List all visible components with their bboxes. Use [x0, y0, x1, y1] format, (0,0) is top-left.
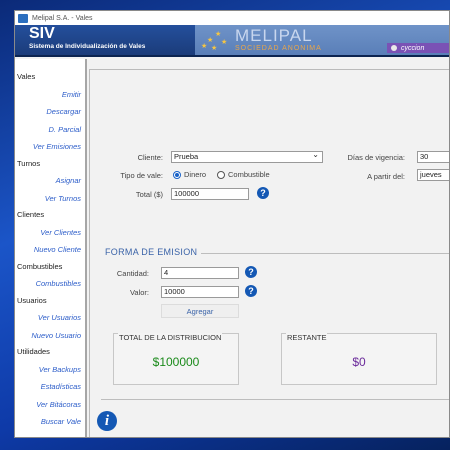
sidebar-item-ver-turnos[interactable]: Ver Turnos — [15, 190, 85, 208]
restante-title: RESTANTE — [286, 333, 328, 342]
sidebar-item-ver-usuarios[interactable]: Ver Usuarios — [15, 309, 85, 327]
title-bar: Melipal S.A. - Vales — [15, 11, 449, 25]
user-tab[interactable]: cyccion — [387, 43, 449, 53]
sidebar-item-estadisticas[interactable]: Estadísticas — [15, 378, 85, 396]
sidebar-item-ver-bitacoras[interactable]: Ver Bitácoras — [15, 396, 85, 414]
sidebar-section-utilidades: Utilidades — [17, 347, 50, 356]
forma-emision-title: FORMA DE EMISION — [105, 247, 198, 257]
sidebar: Vales Emitir Descargar D. Parcial Ver Em… — [15, 59, 87, 437]
dias-vigencia-label: Días de vigencia: — [347, 153, 405, 162]
sidebar-item-ver-clientes[interactable]: Ver Clientes — [15, 224, 85, 242]
header-branding: SIV Sistema de Individualización de Vale… — [15, 25, 195, 55]
tipo-vale-label: Tipo de vale: — [120, 171, 163, 180]
radio-combustible-label: Combustible — [228, 170, 270, 179]
cliente-label: Cliente: — [137, 153, 163, 162]
user-icon — [391, 45, 397, 51]
app-name: SIV — [29, 25, 55, 42]
sidebar-section-turnos: Turnos — [17, 158, 41, 168]
sidebar-item-ver-backups[interactable]: Ver Backups — [15, 361, 85, 379]
valor-help-icon[interactable]: ? — [245, 285, 257, 297]
app-window: Melipal S.A. - Vales SIV Sistema de Indi… — [14, 10, 450, 438]
radio-dinero[interactable]: Dinero — [173, 170, 206, 179]
sidebar-item-d-parcial[interactable]: D. Parcial — [15, 121, 85, 139]
total-distribucion-title: TOTAL DE LA DISTRIBUCION — [118, 333, 223, 342]
total-distribucion-value: $100000 — [152, 355, 200, 369]
stars-logo-icon: ★ ★ ★ ★ ★ — [201, 31, 228, 52]
dias-vigencia-input[interactable]: 30 — [417, 151, 449, 163]
sidebar-item-descargar[interactable]: Descargar — [15, 103, 85, 121]
sidebar-item-nuevo-cliente[interactable]: Nuevo Cliente — [15, 241, 85, 259]
a-partir-date-input[interactable]: jueves — [417, 169, 449, 181]
user-name: cyccion — [401, 44, 425, 52]
logo-area: ★ ★ ★ ★ ★ MELIPAL SOCIEDAD ANONIMA cycci… — [195, 25, 449, 55]
valor-label: Valor: — [129, 288, 149, 297]
radio-combustible[interactable]: Combustible — [217, 170, 270, 179]
sidebar-item-nuevo-usuario[interactable]: Nuevo Usuario — [15, 327, 85, 345]
section-divider — [201, 253, 449, 254]
agregar-button[interactable]: Agregar — [161, 304, 239, 318]
window-title: Melipal S.A. - Vales — [32, 14, 93, 22]
sidebar-item-combustibles[interactable]: Combustibles — [15, 275, 85, 293]
company-logo-subtext: SOCIEDAD ANONIMA — [235, 45, 322, 52]
bottom-divider — [101, 399, 449, 400]
sidebar-section-combustibles: Combustibles — [17, 261, 63, 271]
sidebar-item-buscar-vale[interactable]: Buscar Vale — [15, 413, 85, 431]
a-partir-label: A partir del: — [367, 172, 405, 181]
radio-dinero-indicator — [173, 170, 181, 179]
main-panel: Cliente: Prueba Días de vigencia: 30 Tip… — [87, 59, 449, 437]
cantidad-label: Cantidad: — [116, 269, 149, 278]
sidebar-item-ver-emisiones[interactable]: Ver Emisiones — [15, 138, 85, 156]
app-subtitle: Sistema de Individualización de Vales — [29, 43, 146, 50]
restante-value: $0 — [352, 355, 366, 369]
radio-combustible-indicator — [217, 170, 225, 179]
total-distribucion-box: TOTAL DE LA DISTRIBUCION $100000 — [113, 333, 239, 385]
header-banner: SIV Sistema de Individualización de Vale… — [15, 25, 449, 57]
valor-input[interactable]: 10000 — [161, 286, 239, 298]
radio-dinero-label: Dinero — [184, 170, 207, 179]
info-icon[interactable]: i — [97, 411, 117, 431]
cantidad-help-icon[interactable]: ? — [245, 266, 257, 278]
total-label: Total ($) — [135, 190, 163, 199]
app-icon — [18, 13, 28, 23]
total-help-icon[interactable]: ? — [257, 187, 269, 199]
sidebar-item-asignar[interactable]: Asignar — [15, 172, 85, 190]
sidebar-section-clientes: Clientes — [17, 210, 45, 219]
sidebar-section-usuarios: Usuarios — [17, 295, 47, 305]
cliente-select[interactable]: Prueba — [171, 150, 323, 163]
total-input[interactable]: 100000 — [171, 188, 249, 200]
sidebar-section-vales: Vales — [17, 72, 36, 81]
sidebar-item-emitir[interactable]: Emitir — [15, 86, 85, 104]
company-logo-text: MELIPAL — [235, 26, 313, 45]
restante-box: RESTANTE $0 — [281, 333, 437, 385]
cantidad-input[interactable]: 4 — [161, 267, 239, 279]
